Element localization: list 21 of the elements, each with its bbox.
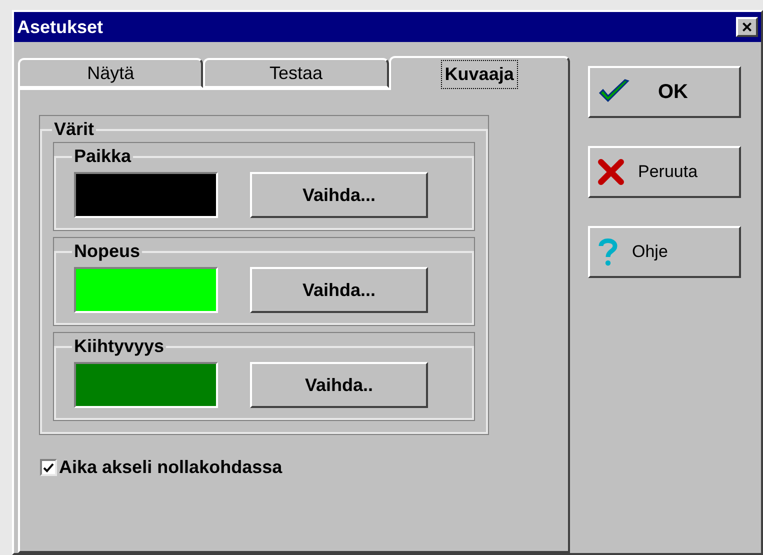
- group-title: Nopeus: [73, 240, 142, 263]
- tab[interactable]: Testaa: [203, 58, 389, 88]
- checkbox-label: Aika akseli nollakohdassa: [59, 456, 282, 479]
- question-mark-icon: [598, 238, 618, 266]
- change-button[interactable]: Vaihda...: [250, 267, 428, 313]
- checkmark-icon: [43, 462, 54, 472]
- cancel-button[interactable]: Peruuta: [588, 146, 741, 198]
- tab[interactable]: Näytä: [18, 58, 204, 88]
- window-title: Asetukset: [17, 16, 104, 38]
- close-button[interactable]: ×: [736, 17, 758, 37]
- cross-icon: [598, 159, 624, 185]
- change-button[interactable]: Vaihda..: [250, 362, 428, 408]
- group-title: Värit: [53, 118, 96, 141]
- ok-button[interactable]: OK: [588, 66, 741, 118]
- tab[interactable]: Kuvaaja: [388, 56, 570, 90]
- help-button[interactable]: Ohje: [588, 226, 741, 278]
- checkmark-icon: [598, 79, 630, 105]
- group-title: Paikka: [73, 145, 132, 168]
- change-button[interactable]: Vaihda...: [250, 172, 428, 218]
- group-title: Kiihtyvyys: [73, 335, 166, 358]
- checkbox[interactable]: [40, 459, 57, 476]
